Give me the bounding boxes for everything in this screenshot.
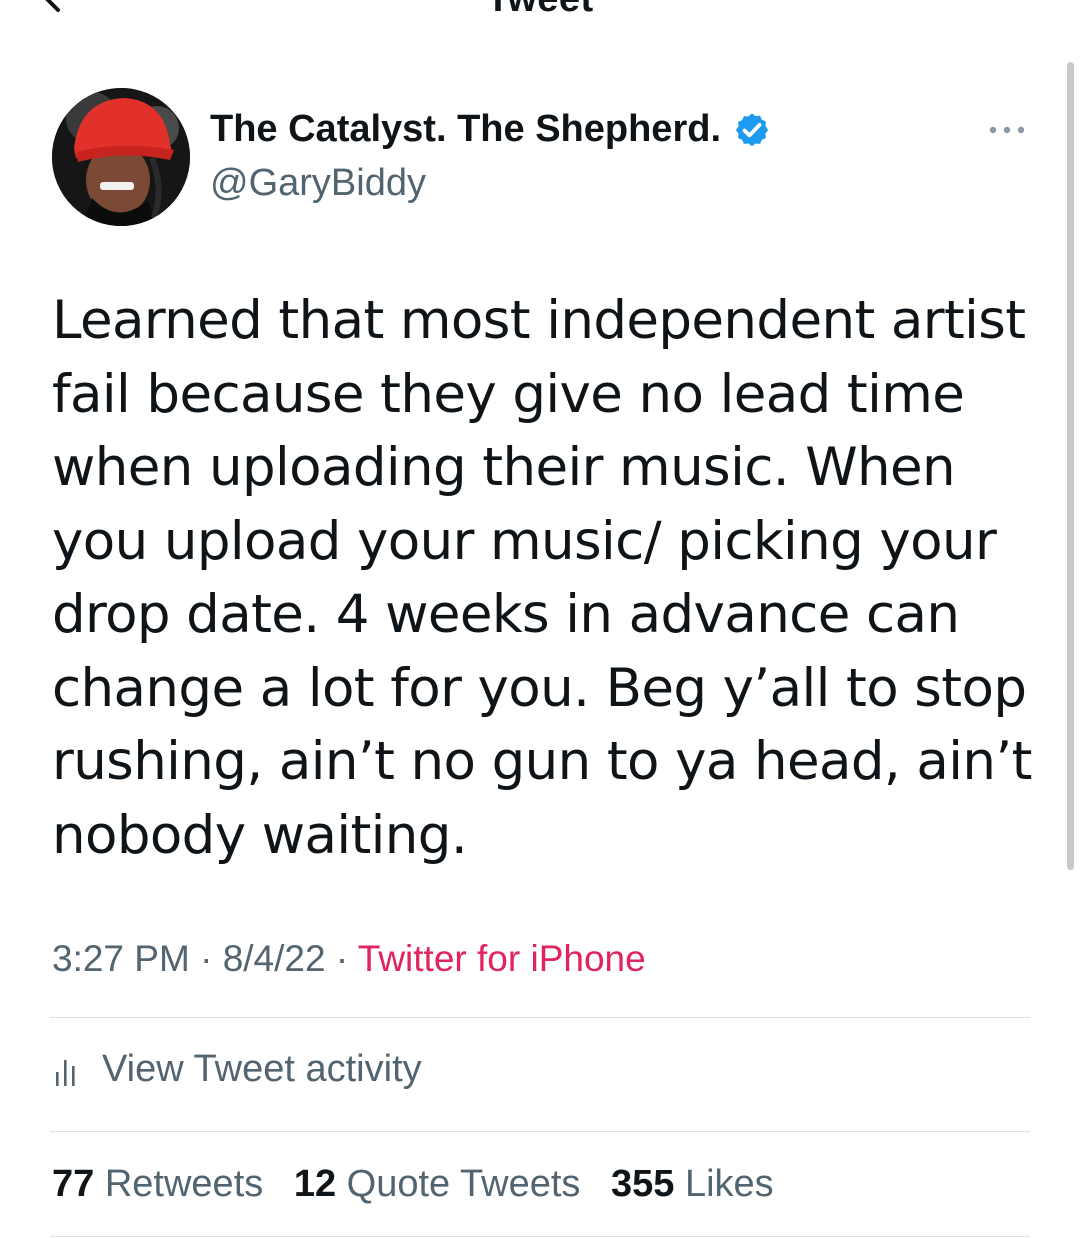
meta-separator: · — [189, 938, 223, 979]
more-options-icon[interactable] — [986, 120, 1028, 140]
tweet-meta: 3:27 PM · 8/4/22 · Twitter for iPhone — [52, 938, 646, 980]
divider — [50, 1131, 1030, 1132]
engagement-stats: 77 Retweets 12 Quote Tweets 355 Likes — [52, 1163, 794, 1206]
author-handle[interactable]: @GaryBiddy — [210, 162, 426, 205]
quote-tweets-count: 12 — [293, 1163, 337, 1205]
retweets-count: 77 — [52, 1163, 95, 1205]
divider — [50, 1236, 1030, 1237]
quote-tweets-label: Quote Tweets — [346, 1163, 581, 1205]
divider — [50, 1017, 1030, 1018]
tweet-source-link[interactable]: Twitter for iPhone — [358, 938, 646, 979]
likes-count: 355 — [611, 1163, 675, 1205]
retweets-label: Retweets — [104, 1163, 264, 1205]
avatar-image — [52, 88, 190, 226]
scrollbar[interactable] — [1067, 62, 1074, 870]
likes-stat[interactable]: 355 Likes — [611, 1163, 774, 1205]
author-display-name[interactable]: The Catalyst. The Shepherd. — [210, 108, 771, 151]
author-name-text: The Catalyst. The Shepherd. — [210, 108, 721, 150]
tweet-time: 3:27 PM — [52, 938, 190, 979]
tweet-detail-page: Tweet The Catalyst. The Shepherd. @GaryB… — [0, 0, 1080, 1239]
view-tweet-activity-label: View Tweet activity — [102, 1048, 422, 1090]
analytics-bars-icon — [56, 1059, 75, 1086]
tweet-date: 8/4/22 — [222, 938, 326, 979]
quote-tweets-stat[interactable]: 12 Quote Tweets — [294, 1163, 581, 1205]
likes-label: Likes — [684, 1163, 774, 1205]
tweet-text: Learned that most independent artist fai… — [52, 290, 1032, 866]
page-title: Tweet — [0, 0, 1080, 21]
retweets-stat[interactable]: 77 Retweets — [52, 1163, 263, 1205]
verified-badge-icon — [735, 112, 769, 146]
meta-separator: · — [325, 938, 358, 979]
avatar[interactable] — [52, 88, 190, 226]
view-tweet-activity-button[interactable]: View Tweet activity — [52, 1048, 422, 1091]
